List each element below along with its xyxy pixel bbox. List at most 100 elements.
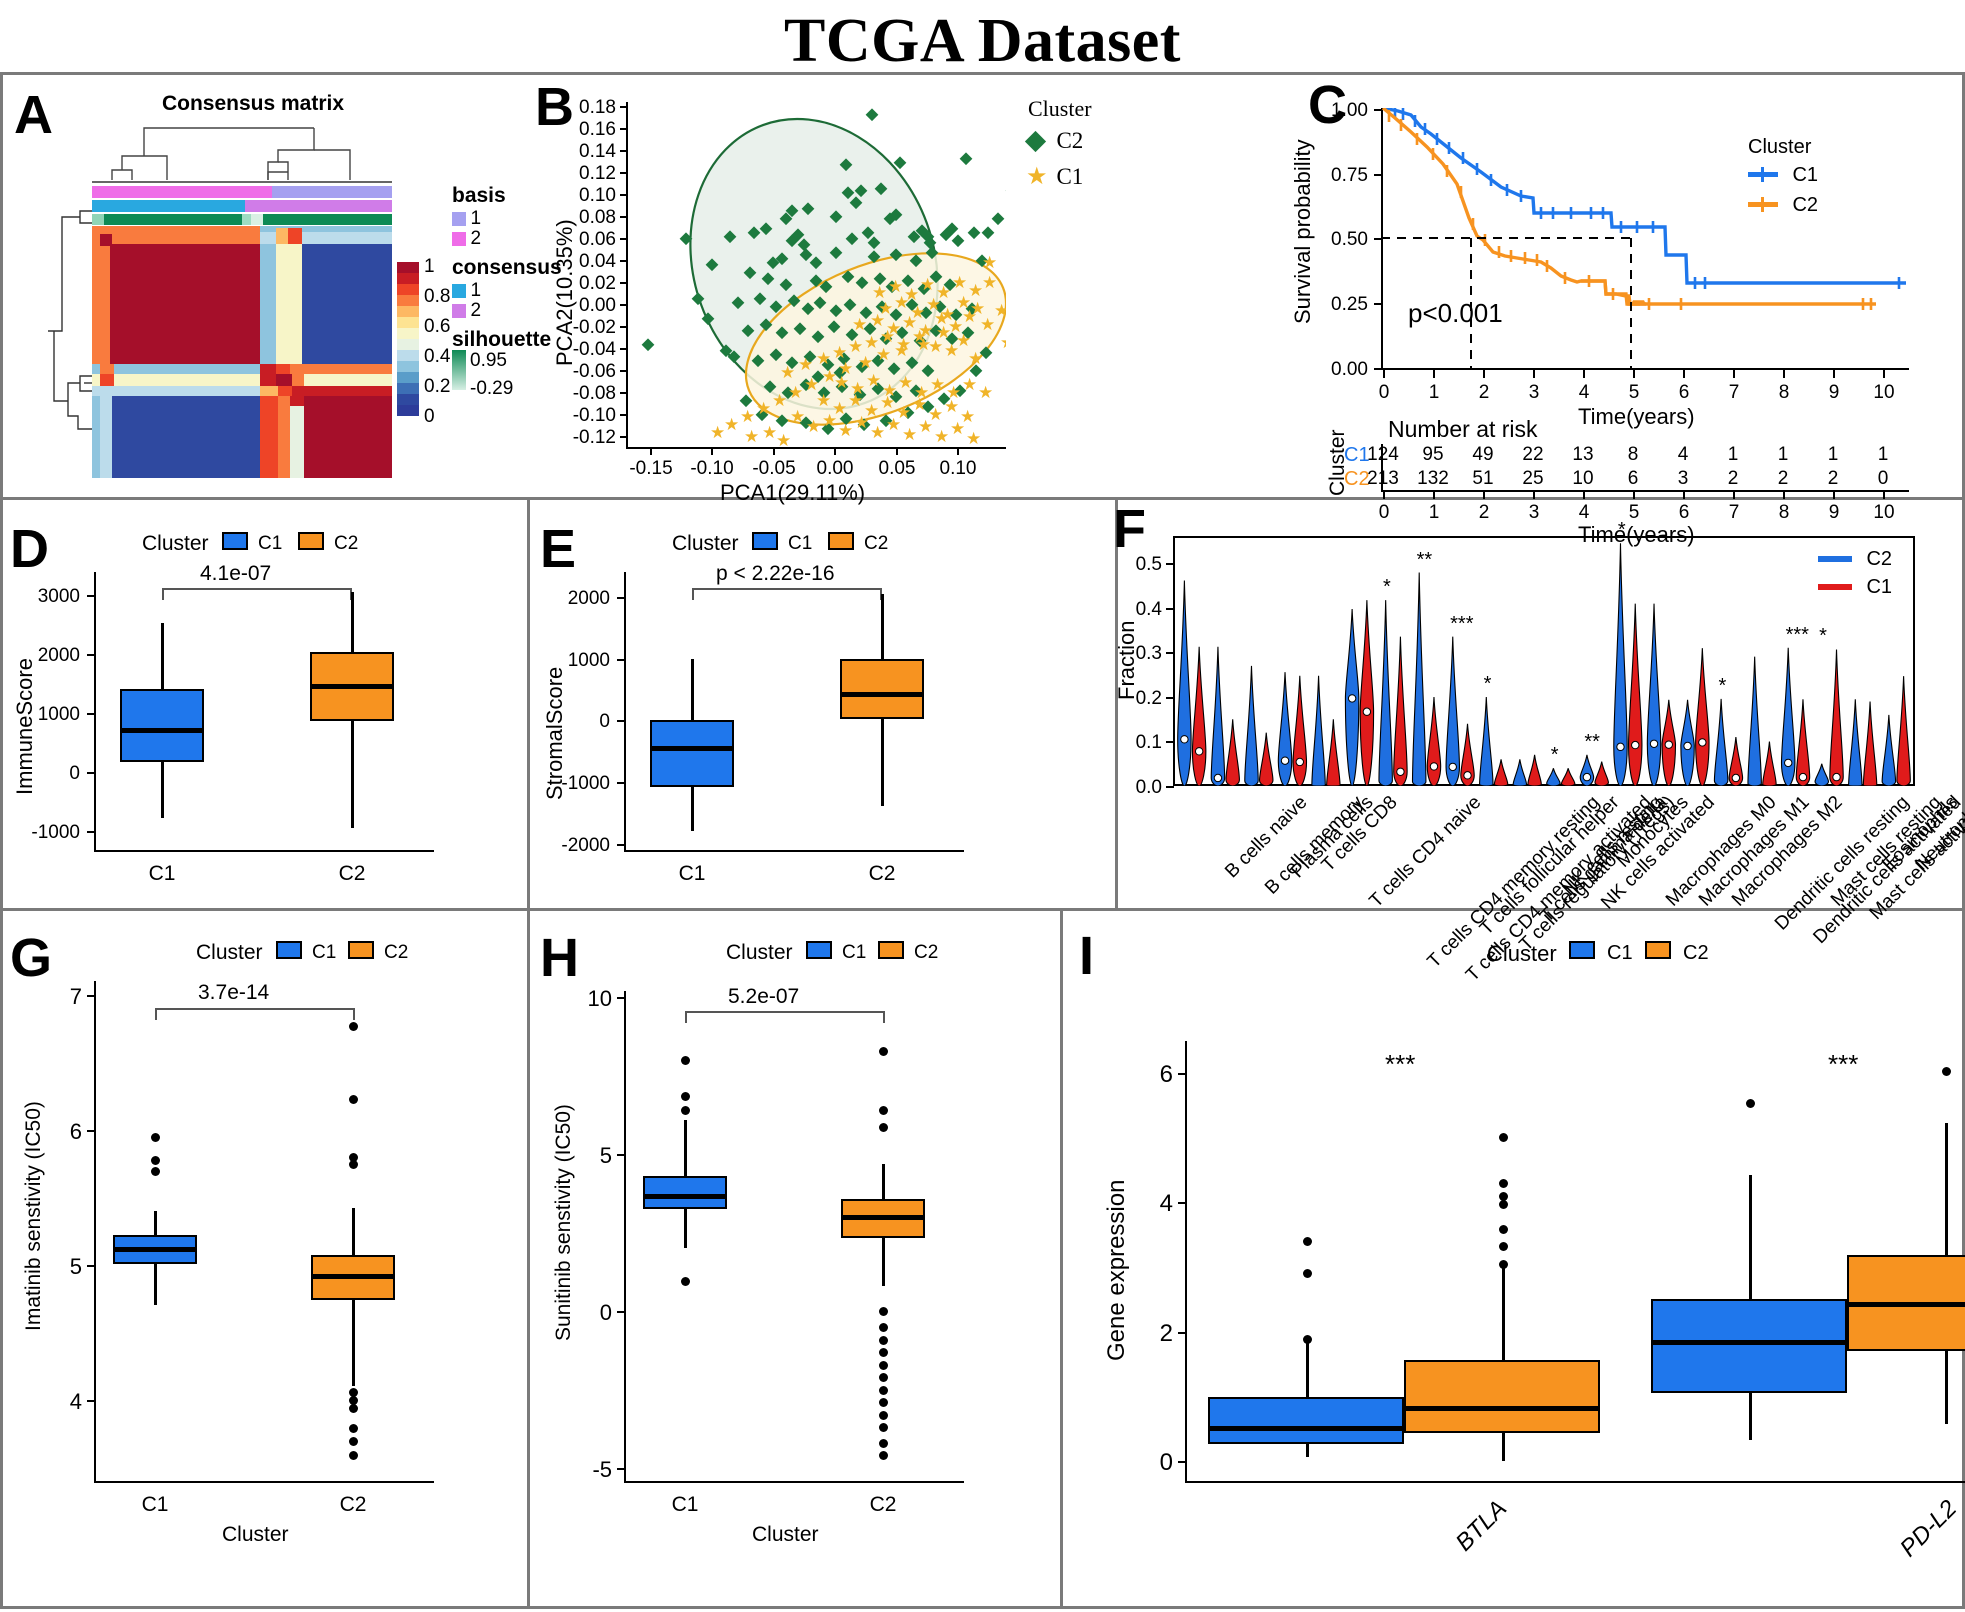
svg-text:★: ★	[880, 393, 895, 412]
d-ytick-0	[87, 595, 95, 597]
h-c2-outlier-7	[879, 1361, 888, 1370]
c-ytick-3	[1374, 303, 1382, 305]
consensus-swatch-1	[452, 284, 466, 298]
h-c2-whisker-upper	[882, 1164, 885, 1199]
i-pdl2-c2-median	[1847, 1302, 1965, 1307]
panel-i-legend-swatch-c1[interactable]	[1569, 941, 1595, 959]
e-c1-median	[650, 746, 734, 751]
panel-d-ylabel: ImmuneScore	[12, 658, 37, 795]
risk-c2-v7: 2	[1727, 468, 1739, 489]
panel-h-legend-swatch-c2[interactable]	[878, 941, 904, 959]
b-ytick-1	[620, 128, 627, 130]
violin-c1-4	[1326, 719, 1341, 786]
c-ytick-1	[1374, 174, 1382, 176]
svg-text:★: ★	[968, 281, 983, 300]
violin-c2-4	[1311, 675, 1326, 786]
svg-text:★: ★	[928, 337, 943, 356]
panel-b-legend-item-c1[interactable]: ★ C1	[1026, 162, 1083, 191]
panel-b: B ★ ★ ★ ★ ★ ★ ★ ★ ★ ★ ★ ★ ★ ★ ★ ★ ★ ★ ★ …	[530, 76, 1115, 505]
consensus-legend-item-1: 1	[452, 280, 481, 302]
panel-h-legend-title: Cluster	[726, 941, 793, 964]
b-xtick-label-4: 0.05	[878, 458, 916, 479]
f-ytick-3	[1166, 697, 1174, 699]
h-c2-outlier-3	[879, 1307, 888, 1316]
panel-a: A Consensus matrix 1 0.8 0.6 0.4 0.2 0 b…	[0, 76, 562, 496]
b-ytick-15	[620, 436, 627, 438]
svg-text:★: ★	[872, 283, 887, 302]
e-c1-box	[650, 720, 734, 787]
b-xtick-label-0: -0.15	[629, 458, 673, 479]
svg-text:★: ★	[936, 283, 951, 302]
consensus-swatch-2	[452, 304, 466, 318]
i-xtick-label-btla: BTLA	[1450, 1495, 1513, 1557]
panel-c-legend-label-c2: C2	[1792, 194, 1819, 216]
panel-g-legend-swatch-c2[interactable]	[348, 941, 374, 959]
panel-d-xaxis	[94, 850, 434, 852]
b-ytick-label-15: -0.12	[572, 427, 616, 448]
violin-median-dot-c2-14	[1649, 739, 1659, 748]
g-c2-outlier-9	[349, 1451, 358, 1460]
panel-d-legend-label-c2: C2	[334, 533, 359, 554]
b-ytick-label-2: 0.14	[579, 141, 616, 162]
i-ytick-2	[1178, 1332, 1186, 1334]
risk-c1-v3: 22	[1522, 444, 1544, 465]
panel-c-legend-item-c1[interactable]: C1	[1748, 164, 1818, 187]
h-ytick-label-0: 10	[587, 986, 612, 1011]
panel-e-legend-swatch-c1[interactable]	[752, 532, 778, 550]
h-c2-whisker-lower	[882, 1238, 885, 1286]
violin-c1-19	[1829, 649, 1844, 786]
h-c2-median	[841, 1215, 925, 1220]
panel-d-pvalue: 4.1e-07	[200, 562, 272, 585]
panel-i-legend-swatch-c2[interactable]	[1645, 941, 1671, 959]
panel-d-legend-swatch-c2[interactable]	[298, 532, 324, 550]
basis-label-2: 2	[470, 228, 482, 249]
panel-h-pvalue: 5.2e-07	[728, 985, 800, 1008]
panel-h-legend-swatch-c1[interactable]	[806, 941, 832, 959]
c-xtick-3	[1533, 370, 1535, 378]
e-xtick-label-c1: C1	[678, 862, 706, 885]
panel-e-legend-swatch-c2[interactable]	[828, 532, 854, 550]
h-c1-median	[643, 1194, 727, 1199]
panel-d-legend-swatch-c1[interactable]	[222, 532, 248, 550]
panel-h-bracket-right	[883, 1011, 885, 1023]
h-c1-outlier-0	[681, 1056, 690, 1065]
dendrogram-baseline	[92, 181, 392, 183]
d-xtick-label-c1: C1	[148, 862, 176, 885]
violin-median-dot-c2-12	[1582, 772, 1592, 782]
f-ytick-label-5: 0.0	[1135, 777, 1162, 798]
panel-g-xaxis	[94, 1481, 434, 1483]
violin-c2-21	[1881, 714, 1897, 786]
b-ytick-label-4: 0.10	[579, 185, 616, 206]
f-significance-13: *	[1617, 519, 1626, 542]
panel-c-legend-item-c2[interactable]: C2	[1748, 194, 1818, 217]
colorbar-tick-0.8: 0.8	[424, 286, 451, 307]
consensus-heatmap	[92, 226, 392, 478]
d-c2-whisker-lower	[351, 721, 354, 828]
b-ytick-14	[620, 414, 627, 416]
b-ytick-8	[620, 282, 627, 284]
svg-text:★: ★	[816, 349, 831, 368]
h-ytick-0	[617, 997, 625, 999]
svg-text:★: ★	[822, 411, 837, 430]
panel-g-legend-swatch-c1[interactable]	[276, 941, 302, 959]
h-c1-outlier-2	[681, 1106, 690, 1115]
c-xtick-10	[1883, 370, 1885, 378]
c-ytick-label-4: 0.00	[1331, 359, 1368, 380]
svg-text:★: ★	[970, 299, 985, 318]
panel-g-label: G	[10, 928, 53, 988]
panel-e-pvalue: p < 2.22e-16	[716, 562, 835, 585]
panel-c-pvalue: p<0.001	[1408, 298, 1503, 328]
d-ytick-1	[87, 654, 95, 656]
b-xtick-0	[650, 448, 652, 455]
panel-b-legend-item-c2[interactable]: C2	[1024, 128, 1083, 154]
violin-median-dot-c1-8	[1463, 771, 1472, 780]
panel-e-legend-title: Cluster	[672, 532, 739, 555]
violin-c1-1	[1225, 719, 1240, 786]
violin-c1-0	[1191, 646, 1207, 786]
c-xtick-0	[1383, 370, 1385, 378]
i-pdl2-c1-whisker-lower	[1749, 1393, 1752, 1440]
b-xtick-4	[896, 448, 898, 455]
h-c2-outlier-0	[879, 1047, 888, 1056]
panel-h-xlabel: Cluster	[752, 1523, 819, 1546]
b-ytick-11	[620, 348, 627, 350]
